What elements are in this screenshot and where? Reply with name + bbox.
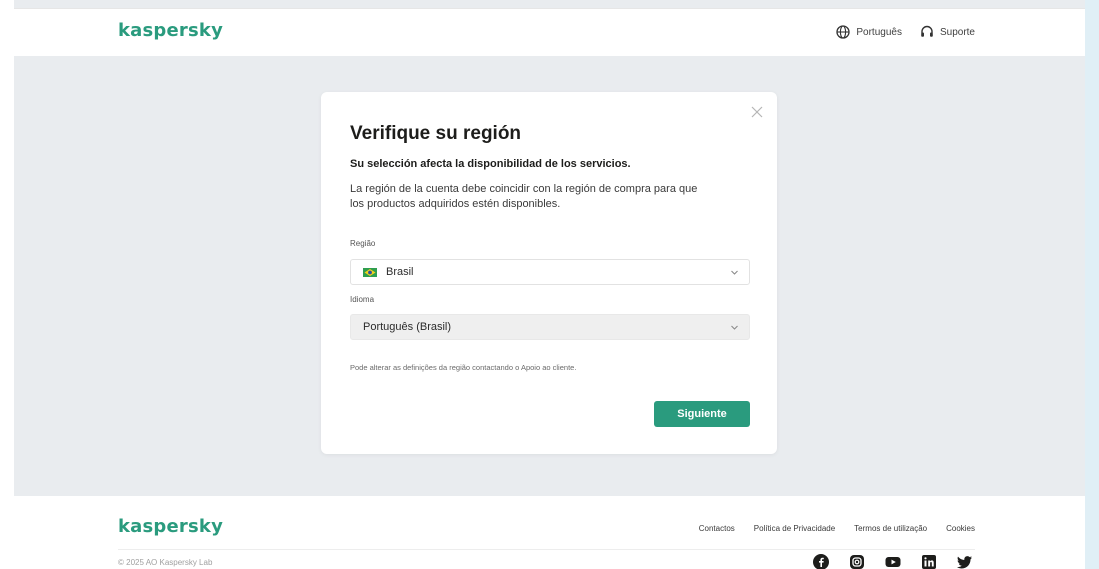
support-link-label: Suporte xyxy=(939,26,975,38)
copyright: © 2025 AO Kaspersky Lab xyxy=(118,558,213,567)
headset-icon xyxy=(921,25,933,37)
support-link[interactable]: Suporte xyxy=(920,25,975,39)
chevron-down-icon xyxy=(731,325,738,330)
chevron-down-icon xyxy=(731,270,738,275)
language-select-value: Português (Brasil) xyxy=(363,321,452,333)
dialog-subtitle: Su selección afecta la disponibilidad de… xyxy=(350,158,631,170)
footer-kaspersky-logo[interactable]: kaspersky xyxy=(118,516,223,537)
facebook-icon[interactable] xyxy=(813,554,829,569)
footer-link-cookies[interactable]: Cookies xyxy=(946,524,975,533)
language-link[interactable]: Português xyxy=(836,25,902,39)
language-label: Idioma xyxy=(350,295,375,304)
next-button[interactable]: Siguiente xyxy=(654,401,750,427)
page: kaspersky Português Suporte Verifique su… xyxy=(0,0,1099,569)
footer-divider xyxy=(118,549,975,550)
globe-icon xyxy=(836,25,851,39)
footer-link-privacy[interactable]: Política de Privacidade xyxy=(754,524,835,533)
footer-link-contacts[interactable]: Contactos xyxy=(699,524,735,533)
dialog-title: Verifique su región xyxy=(350,123,522,144)
region-select-value: Brasil xyxy=(386,266,414,278)
brazil-flag-icon xyxy=(363,267,377,277)
language-select[interactable]: Português (Brasil) xyxy=(350,314,750,340)
footer-link-terms[interactable]: Termos de utilização xyxy=(854,524,927,533)
header-links: Português Suporte xyxy=(836,25,975,39)
twitter-icon[interactable] xyxy=(957,554,973,569)
language-link-label: Português xyxy=(856,26,902,38)
youtube-icon[interactable] xyxy=(885,554,901,569)
left-edge-strip xyxy=(0,0,14,569)
region-select[interactable]: Brasil xyxy=(350,259,750,285)
right-edge-strip xyxy=(1085,0,1099,569)
region-label: Região xyxy=(350,239,376,248)
close-icon[interactable] xyxy=(749,104,765,120)
social-links xyxy=(813,554,973,569)
region-change-hint: Pode alterar as definições da região con… xyxy=(350,363,577,372)
dialog-description: La región de la cuenta debe coincidir co… xyxy=(350,183,698,210)
region-dialog: Verifique su región Su selección afecta … xyxy=(321,92,777,454)
footer: kaspersky Contactos Política de Privacid… xyxy=(14,496,1085,569)
top-header: kaspersky Português Suporte xyxy=(14,8,1085,56)
footer-links: Contactos Política de Privacidade Termos… xyxy=(699,524,975,533)
linkedin-icon[interactable] xyxy=(921,554,937,569)
kaspersky-logo[interactable]: kaspersky xyxy=(118,20,223,41)
instagram-icon[interactable] xyxy=(849,554,865,569)
